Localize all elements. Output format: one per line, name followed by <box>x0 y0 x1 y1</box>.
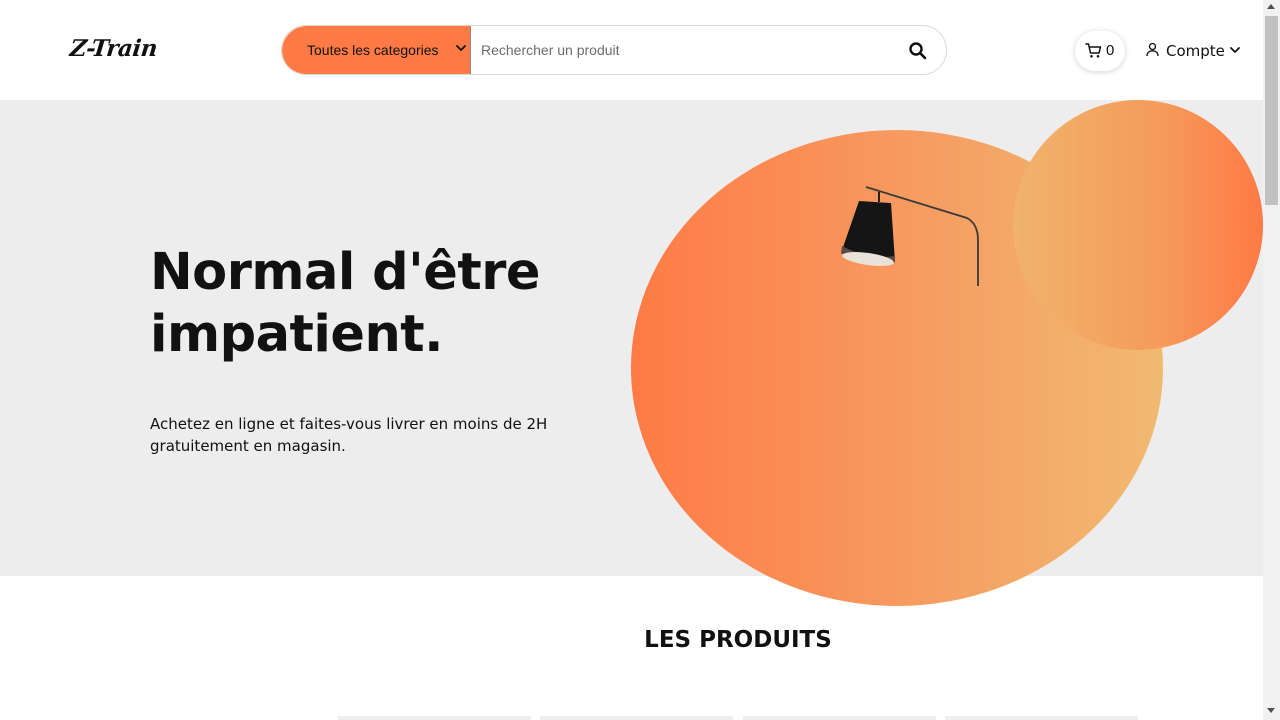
product-card[interactable] <box>540 716 733 720</box>
products-section-title: LES PRODUITS <box>644 627 832 653</box>
search-icon[interactable] <box>908 41 928 61</box>
category-select-value: Toutes les categories <box>307 42 439 58</box>
scroll-up-arrow-icon[interactable] <box>1267 4 1275 9</box>
search-input[interactable] <box>472 26 892 74</box>
chevron-down-icon <box>456 45 466 51</box>
search-bar: Toutes les categories <box>281 25 947 75</box>
category-select[interactable]: Toutes les categories <box>282 26 471 74</box>
scrollbar-thumb[interactable] <box>1265 16 1278 205</box>
hero-subtitle: Achetez en ligne et faites-vous livrer e… <box>150 415 548 455</box>
scroll-down-arrow-icon[interactable] <box>1267 708 1275 713</box>
cart-count: 0 <box>1106 42 1115 59</box>
vertical-scrollbar[interactable] <box>1263 0 1280 720</box>
product-card[interactable] <box>743 716 936 720</box>
chevron-down-icon <box>1230 47 1240 53</box>
cart-button[interactable]: 0 <box>1075 31 1125 71</box>
user-icon <box>1146 42 1159 57</box>
product-card-row <box>338 716 1138 720</box>
site-logo[interactable]: Z-Train <box>69 35 159 62</box>
account-label: Compte <box>1166 42 1225 60</box>
hero-small-circle <box>1013 100 1263 350</box>
lamp-illustration <box>841 186 979 286</box>
hero-title-line-1: Normal d'être <box>150 243 541 302</box>
cart-icon <box>1085 43 1102 58</box>
hero-title-line-2: impatient. <box>150 305 444 364</box>
hero-title: Normal d'être impatient. <box>150 242 620 366</box>
product-card[interactable] <box>338 716 531 720</box>
product-card[interactable] <box>945 716 1138 720</box>
account-menu[interactable]: Compte <box>1145 40 1245 62</box>
site-header: Z-Train Toutes les categories 0 Compte <box>0 0 1263 100</box>
